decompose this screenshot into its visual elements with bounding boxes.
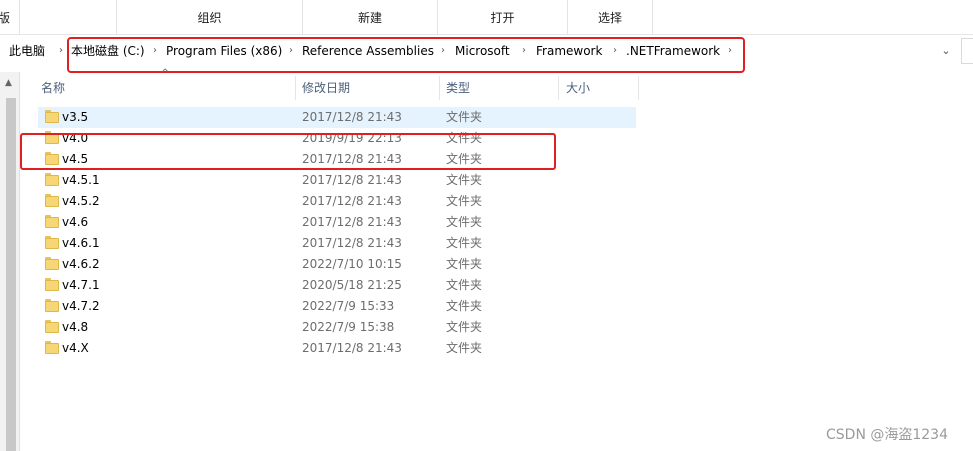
breadcrumb-local-disk[interactable]: 本地磁盘 (C:) — [71, 36, 145, 66]
ribbon-group-label: 选择 — [597, 11, 622, 25]
item-name: v4.5 — [62, 152, 89, 166]
list-item[interactable]: v4.6 2017/12/8 21:43 文件夹 — [38, 212, 636, 233]
ribbon-group-label: 版 — [0, 11, 11, 25]
item-type: 文件夹 — [446, 173, 483, 187]
folder-icon — [45, 152, 59, 165]
folder-icon — [45, 194, 59, 207]
scrollbar-thumb[interactable] — [6, 98, 16, 451]
item-type: 文件夹 — [446, 152, 483, 166]
breadcrumb-framework[interactable]: Framework — [536, 36, 602, 66]
item-name: v4.0 — [62, 131, 89, 145]
item-type: 文件夹 — [446, 299, 483, 313]
item-name: v4.5.1 — [62, 173, 100, 187]
item-name: v4.7.2 — [62, 299, 100, 313]
item-name: v4.8 — [62, 320, 89, 334]
item-name: v4.X — [62, 341, 89, 355]
item-modified-date: 2017/12/8 21:43 — [302, 341, 402, 355]
item-type: 文件夹 — [446, 131, 483, 145]
item-type: 文件夹 — [446, 194, 483, 208]
item-modified-date: 2017/12/8 21:43 — [302, 173, 402, 187]
chevron-right-icon[interactable]: › — [613, 36, 617, 66]
list-item[interactable]: v4.5.1 2017/12/8 21:43 文件夹 — [38, 170, 636, 191]
folder-icon — [45, 173, 59, 186]
item-name: v4.6.2 — [62, 257, 100, 271]
ribbon-group-select[interactable]: 选择 — [568, 0, 653, 35]
item-type: 文件夹 — [446, 215, 483, 229]
scroll-up-icon[interactable]: ▲ — [5, 78, 12, 88]
list-item[interactable]: v4.5.2 2017/12/8 21:43 文件夹 — [38, 191, 636, 212]
item-name: v3.5 — [62, 110, 89, 124]
ribbon: 版 组织 新建 打开 选择 — [0, 0, 973, 35]
folder-icon — [45, 131, 59, 144]
chevron-down-icon[interactable]: ⌄ — [937, 41, 955, 61]
item-type: 文件夹 — [446, 110, 483, 124]
list-item[interactable]: v4.8 2022/7/9 15:38 文件夹 — [38, 317, 636, 338]
address-bar[interactable]: 此电脑 › 本地磁盘 (C:) › Program Files (x86) › … — [0, 36, 973, 66]
ribbon-group-open[interactable]: 打开 — [438, 0, 568, 35]
item-modified-date: 2022/7/9 15:38 — [302, 320, 395, 334]
ribbon-group-clipboard[interactable] — [20, 0, 117, 35]
breadcrumb-program-files[interactable]: Program Files (x86) — [166, 36, 282, 66]
column-header-type[interactable]: 类型 — [441, 76, 559, 100]
ribbon-group-organize[interactable]: 组织 — [117, 0, 303, 35]
folder-icon — [45, 341, 59, 354]
item-modified-date: 2017/12/8 21:43 — [302, 194, 402, 208]
item-modified-date: 2019/9/19 22:13 — [302, 131, 402, 145]
ribbon-group-view[interactable]: 版 — [0, 0, 20, 35]
navigation-pane-scrollbar[interactable]: ▲ — [0, 72, 20, 451]
breadcrumb-reference-assemblies[interactable]: Reference Assemblies — [302, 36, 434, 66]
item-name: v4.6 — [62, 215, 89, 229]
list-item[interactable]: v4.5 2017/12/8 21:43 文件夹 — [38, 149, 636, 170]
item-modified-date: 2017/12/8 21:43 — [302, 152, 402, 166]
item-modified-date: 2022/7/9 15:33 — [302, 299, 395, 313]
column-header-name[interactable]: 名称 — [36, 76, 296, 100]
chevron-right-icon[interactable]: › — [522, 36, 526, 66]
folder-icon — [45, 215, 59, 228]
list-item[interactable]: v4.6.2 2022/7/10 10:15 文件夹 — [38, 254, 636, 275]
folder-icon — [45, 278, 59, 291]
watermark: CSDN @海盗1234 — [826, 427, 948, 443]
item-type: 文件夹 — [446, 320, 483, 334]
chevron-right-icon[interactable]: › — [59, 36, 63, 66]
item-type: 文件夹 — [446, 341, 483, 355]
item-type: 文件夹 — [446, 236, 483, 250]
folder-icon — [45, 110, 59, 123]
ribbon-group-label: 打开 — [490, 11, 515, 25]
folder-icon — [45, 299, 59, 312]
folder-icon — [45, 257, 59, 270]
folder-icon — [45, 320, 59, 333]
item-modified-date: 2017/12/8 21:43 — [302, 215, 402, 229]
column-header-date[interactable]: 修改日期 — [297, 76, 440, 100]
list-item[interactable]: v4.7.2 2022/7/9 15:33 文件夹 — [38, 296, 636, 317]
item-modified-date: 2017/12/8 21:43 — [302, 236, 402, 250]
list-item[interactable]: v4.0 2019/9/19 22:13 文件夹 — [38, 128, 636, 149]
breadcrumb-this-pc[interactable]: 此电脑 — [9, 36, 45, 66]
item-name: v4.5.2 — [62, 194, 100, 208]
chevron-right-icon[interactable]: › — [441, 36, 445, 66]
refresh-button-edge[interactable] — [961, 38, 973, 64]
list-item[interactable]: v3.5 2017/12/8 21:43 文件夹 — [38, 107, 636, 128]
column-header-size[interactable]: 大小 — [561, 76, 639, 100]
chevron-right-icon[interactable]: › — [153, 36, 157, 66]
folder-icon — [45, 236, 59, 249]
item-modified-date: 2020/5/18 21:25 — [302, 278, 402, 292]
ribbon-group-label: 组织 — [197, 11, 222, 25]
list-item[interactable]: v4.7.1 2020/5/18 21:25 文件夹 — [38, 275, 636, 296]
ribbon-group-new[interactable]: 新建 — [303, 0, 438, 35]
breadcrumb-microsoft[interactable]: Microsoft — [455, 36, 510, 66]
item-type: 文件夹 — [446, 257, 483, 271]
breadcrumb-netframework[interactable]: .NETFramework — [626, 36, 720, 66]
item-type: 文件夹 — [446, 278, 483, 292]
chevron-right-icon[interactable]: › — [289, 36, 293, 66]
item-name: v4.7.1 — [62, 278, 100, 292]
item-name: v4.6.1 — [62, 236, 100, 250]
list-item[interactable]: v4.X 2017/12/8 21:43 文件夹 — [38, 338, 636, 359]
item-modified-date: 2022/7/10 10:15 — [302, 257, 402, 271]
chevron-right-icon[interactable]: › — [728, 36, 732, 66]
ribbon-group-label: 新建 — [357, 11, 382, 25]
item-modified-date: 2017/12/8 21:43 — [302, 110, 402, 124]
list-item[interactable]: v4.6.1 2017/12/8 21:43 文件夹 — [38, 233, 636, 254]
